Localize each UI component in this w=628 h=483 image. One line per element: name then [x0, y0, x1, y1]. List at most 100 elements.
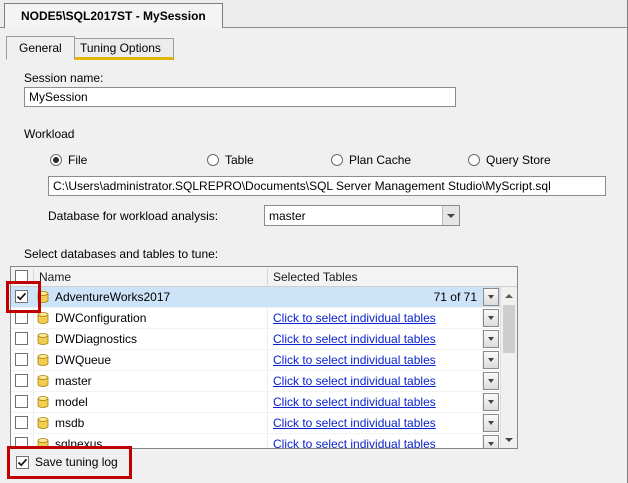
database-name: DWQueue	[55, 353, 112, 367]
table-header: Name Selected Tables	[11, 267, 517, 287]
check-icon	[16, 292, 27, 301]
database-name: AdventureWorks2017	[55, 290, 171, 304]
database-icon	[37, 396, 49, 408]
save-tuning-log-option[interactable]: Save tuning log	[16, 455, 118, 469]
database-combobox-dropdown-button[interactable]	[442, 206, 459, 225]
database-name: sqlnexus	[55, 437, 103, 449]
row-checkbox[interactable]	[15, 437, 28, 448]
radio-file-circle-icon	[50, 154, 62, 166]
database-icon	[37, 375, 49, 387]
database-icon	[37, 291, 49, 303]
dta-session-window: NODE5\SQL2017ST - MySession General Tuni…	[0, 0, 628, 483]
radio-plan-cache-circle-icon	[331, 154, 343, 166]
row-checkbox[interactable]	[15, 353, 28, 366]
tab-tuning-options[interactable]: Tuning Options	[67, 38, 174, 60]
database-icon	[37, 417, 49, 429]
chevron-down-icon	[488, 316, 494, 320]
radio-table[interactable]: Table	[207, 153, 254, 167]
table-row[interactable]: DWQueue Click to select individual table…	[11, 350, 500, 371]
session-name-label: Session name:	[24, 71, 104, 85]
chevron-down-icon	[488, 442, 494, 446]
select-tables-link[interactable]: Click to select individual tables	[273, 332, 436, 346]
row-tables-dropdown-button[interactable]	[483, 309, 499, 327]
database-icon	[37, 333, 49, 345]
document-tab[interactable]: NODE5\SQL2017ST - MySession	[4, 3, 223, 28]
select-tables-link[interactable]: Click to select individual tables	[273, 353, 436, 367]
row-tables-dropdown-button[interactable]	[483, 288, 499, 306]
database-name: msdb	[55, 416, 85, 430]
workload-file-path-input[interactable]	[48, 176, 606, 196]
database-analysis-combobox[interactable]: master	[264, 205, 460, 226]
radio-table-circle-icon	[207, 154, 219, 166]
header-select-all-checkbox[interactable]	[15, 270, 28, 283]
row-checkbox[interactable]	[15, 332, 28, 345]
radio-query-store-circle-icon	[468, 154, 480, 166]
database-name: model	[55, 395, 88, 409]
row-tables-dropdown-button[interactable]	[483, 351, 499, 369]
select-databases-label: Select databases and tables to tune:	[24, 247, 219, 261]
chevron-down-icon	[488, 295, 494, 299]
select-tables-link[interactable]: Click to select individual tables	[273, 437, 436, 448]
database-analysis-label: Database for workload analysis:	[48, 209, 219, 223]
radio-query-store-label: Query Store	[486, 153, 551, 167]
table-row[interactable]: master Click to select individual tables	[11, 371, 500, 392]
row-tables-dropdown-button[interactable]	[483, 393, 499, 411]
scrollbar-thumb[interactable]	[503, 305, 515, 353]
chevron-down-icon	[447, 213, 455, 218]
chevron-down-icon	[488, 337, 494, 341]
session-name-input[interactable]	[24, 87, 456, 107]
chevron-down-icon	[488, 379, 494, 383]
document-tab-title: NODE5\SQL2017ST - MySession	[21, 9, 206, 23]
column-header-selected-tables: Selected Tables	[273, 270, 358, 284]
tab-general-label: General	[19, 41, 62, 55]
database-icon	[37, 438, 49, 448]
chevron-down-icon	[488, 400, 494, 404]
save-tuning-log-label: Save tuning log	[35, 455, 118, 469]
arrow-up-icon	[505, 293, 513, 298]
scroll-up-button[interactable]	[501, 287, 517, 304]
radio-table-label: Table	[225, 153, 254, 167]
chevron-down-icon	[488, 358, 494, 362]
check-icon	[17, 458, 28, 466]
column-header-name: Name	[39, 270, 72, 284]
radio-file[interactable]: File	[50, 153, 87, 167]
database-icon	[37, 354, 49, 366]
arrow-down-icon	[505, 437, 513, 442]
select-tables-link[interactable]: Click to select individual tables	[273, 374, 436, 388]
database-name: master	[55, 374, 92, 388]
radio-file-label: File	[68, 153, 88, 167]
row-checkbox[interactable]	[15, 311, 28, 324]
radio-query-store[interactable]: Query Store	[468, 153, 551, 167]
radio-plan-cache[interactable]: Plan Cache	[331, 153, 411, 167]
table-row[interactable]: sqlnexus Click to select individual tabl…	[11, 434, 500, 449]
header-separator	[33, 269, 34, 285]
row-checkbox-checked[interactable]	[15, 290, 28, 303]
row-checkbox[interactable]	[15, 416, 28, 429]
database-name: DWConfiguration	[55, 311, 147, 325]
chevron-down-icon	[488, 421, 494, 425]
save-tuning-log-checkbox[interactable]	[16, 455, 29, 469]
table-row[interactable]: DWDiagnostics Click to select individual…	[11, 329, 500, 350]
row-checkbox[interactable]	[15, 374, 28, 387]
table-row[interactable]: DWConfiguration Click to select individu…	[11, 308, 500, 329]
radio-plan-cache-label: Plan Cache	[349, 153, 412, 167]
table-row[interactable]: msdb Click to select individual tables	[11, 413, 500, 434]
header-separator	[267, 269, 268, 285]
row-checkbox[interactable]	[15, 395, 28, 408]
tab-tuning-options-label: Tuning Options	[80, 41, 161, 55]
select-tables-link[interactable]: Click to select individual tables	[273, 416, 436, 430]
scroll-down-button[interactable]	[501, 431, 517, 448]
table-scrollbar[interactable]	[500, 287, 517, 448]
row-tables-dropdown-button[interactable]	[483, 372, 499, 390]
select-tables-link[interactable]: Click to select individual tables	[273, 311, 436, 325]
document-tab-bar: NODE5\SQL2017ST - MySession	[0, 0, 627, 28]
table-row[interactable]: model Click to select individual tables	[11, 392, 500, 413]
row-tables-dropdown-button[interactable]	[483, 330, 499, 348]
row-tables-dropdown-button[interactable]	[483, 435, 499, 448]
selected-tables-count: 71 of 71	[433, 290, 477, 304]
table-row[interactable]: AdventureWorks2017 71 of 71	[11, 287, 500, 308]
row-tables-dropdown-button[interactable]	[483, 414, 499, 432]
tab-general[interactable]: General	[6, 36, 75, 60]
database-analysis-value: master	[269, 208, 306, 223]
select-tables-link[interactable]: Click to select individual tables	[273, 395, 436, 409]
